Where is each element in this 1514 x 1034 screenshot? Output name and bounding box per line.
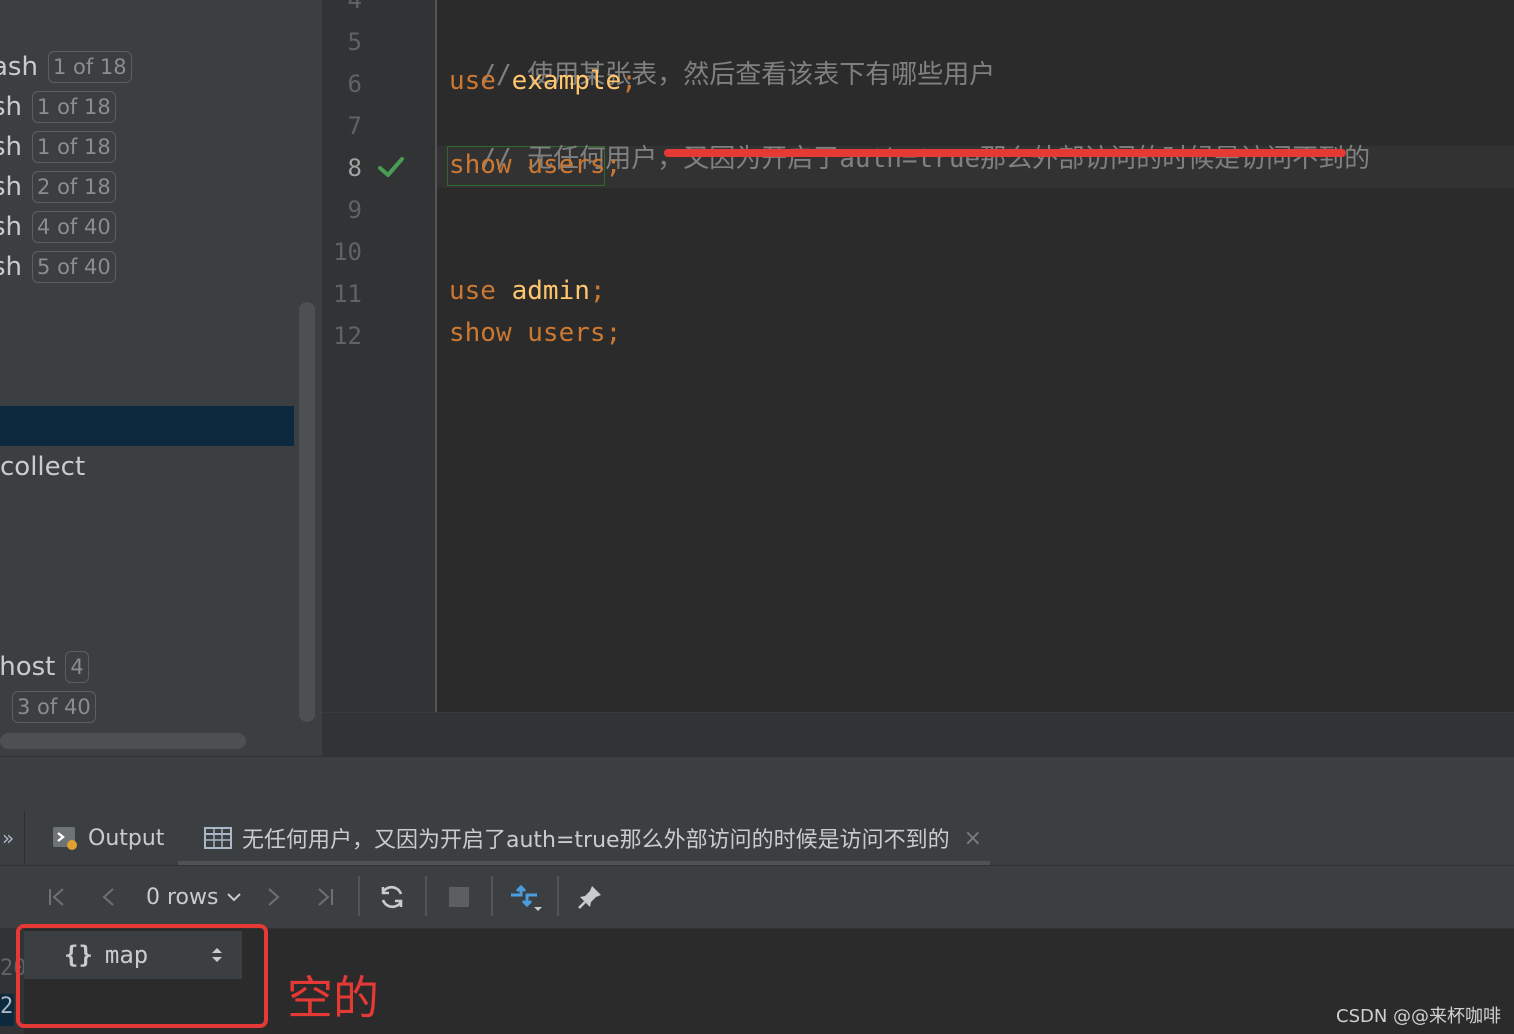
last-page-icon[interactable] [310, 880, 340, 914]
rows-selector[interactable]: 0 rows [146, 880, 246, 914]
sidebar-item-badge: 1 of 18 [32, 91, 116, 123]
sidebar-item-badge: 1 of 18 [32, 131, 116, 163]
line-number: 5 [347, 28, 362, 56]
row-number-selected[interactable]: 2 [0, 994, 14, 1026]
sidebar-item-label: lhost [0, 652, 56, 682]
sidebar-item-badge: 5 of 40 [32, 251, 116, 283]
console-icon [53, 827, 77, 850]
code-semicolon: ; [621, 66, 637, 96]
close-icon[interactable]: × [964, 826, 982, 851]
tab-query-result[interactable]: 无任何用户，又因为开启了auth=true那么外部访问的时候是访问不到的 × [178, 811, 990, 865]
code-keyword: show [449, 150, 512, 180]
sidebar-selected-row[interactable] [0, 406, 294, 446]
sidebar-item[interactable]: sh 1 of 18 [0, 130, 116, 164]
next-page-icon[interactable] [258, 880, 288, 914]
panel-divider[interactable] [0, 756, 1514, 812]
check-icon [378, 157, 404, 177]
sidebar-item-badge: 3 of 40 [12, 691, 96, 723]
refresh-icon[interactable] [376, 880, 408, 914]
database-explorer: ash 1 of 18 sh 1 of 18 sh 1 of 18 sh 2 o… [0, 0, 322, 756]
sidebar-item-badge: 2 of 18 [32, 171, 116, 203]
stop-icon[interactable] [444, 880, 474, 914]
line-number: 8 [347, 154, 362, 182]
code-identifier: users [527, 318, 606, 348]
toolbar-divider [491, 876, 493, 916]
code-keyword: show [449, 318, 512, 348]
tab-output-label: Output [88, 825, 165, 851]
chevron-down-icon [227, 893, 242, 902]
code-semicolon: ; [589, 276, 606, 306]
first-page-icon[interactable] [42, 880, 72, 914]
sidebar-item[interactable]: sh 5 of 40 [0, 250, 116, 284]
code-line-11: use admin; [449, 276, 606, 306]
sidebar-item[interactable]: sh 4 of 40 [0, 210, 116, 244]
sidebar-item[interactable]: ash 1 of 18 [0, 50, 132, 84]
line-number: 9 [347, 196, 362, 224]
tab-query-result-label: 无任何用户，又因为开启了auth=true那么外部访问的时候是访问不到的 [242, 828, 950, 853]
sidebar-item-badge: 4 of 40 [32, 211, 116, 243]
line-number: 6 [347, 70, 362, 98]
code-line-6: use example; [449, 66, 637, 96]
code-keyword: use [449, 276, 496, 306]
line-number: 12 [333, 322, 362, 350]
sidebar-item-collect[interactable]: collect [0, 452, 85, 482]
code-editor[interactable] [437, 0, 1514, 712]
sidebar-item[interactable]: sh 1 of 18 [0, 90, 116, 124]
sidebar-item-label: sh [0, 252, 23, 282]
sidebar-horizontal-scrollbar[interactable] [0, 733, 246, 749]
line-number: 4 [347, 0, 362, 14]
code-identifier: users [527, 150, 606, 180]
code-identifier: example [511, 66, 622, 96]
sidebar-item-label: sh [0, 212, 23, 242]
code-identifier: admin [511, 276, 590, 306]
sidebar-item-badge: 1 of 18 [47, 51, 132, 83]
line-number: 10 [333, 238, 362, 266]
sidebar-item-label: sh [0, 132, 23, 162]
toolbar-divider [358, 876, 360, 916]
code-line-12: show users; [449, 318, 621, 348]
pin-icon[interactable] [574, 880, 606, 914]
toolbar-divider [425, 876, 427, 916]
tab-bar-divider [24, 811, 25, 865]
tab-overflow-icon[interactable]: » [2, 826, 14, 850]
editor-gutter [322, 0, 437, 712]
annotation-box [16, 924, 268, 1028]
sidebar-item-label: sh [0, 172, 23, 202]
sidebar-item-label: sh [0, 92, 23, 122]
sidebar-item-badge: 4 [65, 651, 89, 683]
code-keyword: use [449, 66, 496, 96]
line-number: 7 [347, 112, 362, 140]
editor-bottom-bar [322, 712, 1514, 757]
code-line-8: show users; [449, 150, 621, 180]
line-number: 11 [333, 280, 362, 308]
sidebar-item-label: ash [0, 52, 38, 82]
sidebar-vertical-scrollbar[interactable] [299, 302, 315, 722]
table-icon [204, 827, 232, 849]
tab-output[interactable]: Output [52, 820, 164, 856]
toolbar-divider [557, 876, 559, 916]
transaction-mode-icon[interactable] [506, 880, 546, 914]
watermark: CSDN @@来杯咖啡 [1336, 1006, 1502, 1027]
sidebar-item[interactable]: 3 of 40 [0, 690, 96, 724]
rows-count: 0 rows [146, 884, 219, 910]
annotation-text: 空的 [287, 971, 379, 1025]
sidebar-item[interactable]: sh 2 of 18 [0, 170, 116, 204]
previous-page-icon[interactable] [94, 880, 124, 914]
active-tab-indicator [178, 861, 990, 865]
sidebar-item-localhost[interactable]: lhost 4 [0, 650, 89, 684]
code-semicolon: ; [605, 150, 622, 180]
code-semicolon: ; [605, 318, 622, 348]
annotation-underline [664, 149, 1346, 157]
